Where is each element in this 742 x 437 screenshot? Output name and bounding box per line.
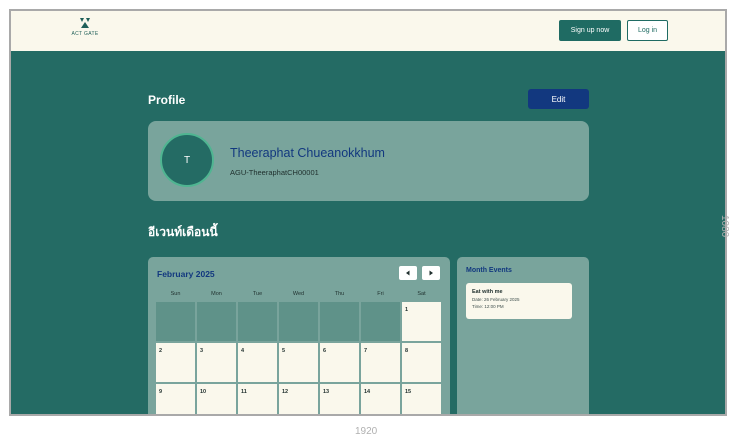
profile-name: Theeraphat Chueanokkhum xyxy=(230,146,385,160)
calendar-day-cell[interactable]: 15 xyxy=(402,384,441,414)
calendar-day-number: 8 xyxy=(405,348,409,354)
calendar-day-number: 3 xyxy=(200,348,204,354)
calendar-empty-cell xyxy=(238,302,277,341)
event-time: Time: 12:00 PM xyxy=(472,304,504,309)
avatar: T xyxy=(160,133,214,187)
calendar-day-cell[interactable]: 7 xyxy=(361,343,400,382)
profile-heading: Profile xyxy=(148,93,186,107)
event-card[interactable]: Eat with me Date: 26 February 2025 Time:… xyxy=(466,283,572,319)
weekday-label: Sat xyxy=(417,291,426,297)
calendar-day-cell[interactable]: 13 xyxy=(320,384,359,414)
app-frame: ACT GATE Sign up now Log in Profile Edit… xyxy=(9,9,727,416)
weekday-label: Sun xyxy=(170,291,181,297)
profile-user-id: AGU-TheeraphatCH00001 xyxy=(230,168,319,177)
chevron-right-icon xyxy=(429,270,433,276)
calendar-empty-cell xyxy=(320,302,359,341)
logo-text: ACT GATE xyxy=(71,31,99,37)
calendar-day-number: 9 xyxy=(159,389,163,395)
chevron-left-icon xyxy=(406,270,410,276)
calendar-day-number: 11 xyxy=(241,389,247,395)
calendar-day-cell[interactable]: 12 xyxy=(279,384,318,414)
month-events-heading: อีเวนท์เดือนนี้ xyxy=(148,225,218,239)
sign-up-button[interactable]: Sign up now xyxy=(559,20,621,41)
calendar-day-number: 2 xyxy=(159,348,163,354)
profile-card: T Theeraphat Chueanokkhum AGU-Theeraphat… xyxy=(148,121,589,201)
calendar-day-cell[interactable]: 11 xyxy=(238,384,277,414)
calendar-day-cell[interactable]: 9 xyxy=(156,384,195,414)
calendar-day-cell[interactable]: 2 xyxy=(156,343,195,382)
calendar-day-number: 5 xyxy=(282,348,286,354)
logo-icon xyxy=(80,18,90,28)
calendar-card: February 2025 Sun Mon Tue Wed Thu Fri Sa… xyxy=(148,257,450,414)
calendar-day-cell[interactable]: 6 xyxy=(320,343,359,382)
weekday-label: Thu xyxy=(334,291,345,297)
calendar-empty-cell xyxy=(197,302,236,341)
event-title: Eat with me xyxy=(472,289,503,295)
calendar-day-number: 6 xyxy=(323,348,327,354)
calendar-day-cell[interactable]: 14 xyxy=(361,384,400,414)
calendar-day-cell[interactable]: 8 xyxy=(402,343,441,382)
weekday-label: Tue xyxy=(252,291,263,297)
weekday-label: Fri xyxy=(377,291,384,297)
calendar-day-cell[interactable]: 3 xyxy=(197,343,236,382)
calendar-month-label: February 2025 xyxy=(157,269,215,279)
previous-month-button[interactable] xyxy=(399,266,417,280)
act-gate-logo[interactable]: ACT GATE xyxy=(71,17,99,37)
weekday-label: Wed xyxy=(292,291,305,297)
calendar-day-cell[interactable]: 4 xyxy=(238,343,277,382)
month-events-panel: Month Events Eat with me Date: 26 Februa… xyxy=(457,257,589,414)
calendar-day-cell[interactable]: 1 xyxy=(402,302,441,341)
calendar-day-number: 13 xyxy=(323,389,330,395)
calendar-day-number: 7 xyxy=(364,348,368,354)
calendar-day-number: 15 xyxy=(405,389,412,395)
calendar-day-cell[interactable]: 10 xyxy=(197,384,236,414)
calendar-empty-cell xyxy=(361,302,400,341)
height-dimension-label: 1080 xyxy=(719,215,730,238)
weekday-label: Mon xyxy=(211,291,222,297)
calendar-day-number: 1 xyxy=(405,307,409,313)
calendar-day-cell[interactable]: 5 xyxy=(279,343,318,382)
calendar-empty-cell xyxy=(279,302,318,341)
calendar-empty-cell xyxy=(156,302,195,341)
calendar-day-number: 12 xyxy=(282,389,289,395)
calendar-day-number: 14 xyxy=(364,389,371,395)
month-events-title: Month Events xyxy=(466,267,512,274)
width-dimension-label: 1920 xyxy=(355,426,378,437)
edit-profile-button[interactable]: Edit xyxy=(528,89,589,109)
log-in-button[interactable]: Log in xyxy=(627,20,668,41)
next-month-button[interactable] xyxy=(422,266,440,280)
event-date: Date: 26 February 2025 xyxy=(472,297,520,302)
top-navbar: ACT GATE Sign up now Log in xyxy=(11,11,725,51)
calendar-day-number: 10 xyxy=(200,389,207,395)
calendar-day-number: 4 xyxy=(241,348,245,354)
weekday-header: Sun Mon Tue Wed Thu Fri Sat xyxy=(156,291,442,301)
